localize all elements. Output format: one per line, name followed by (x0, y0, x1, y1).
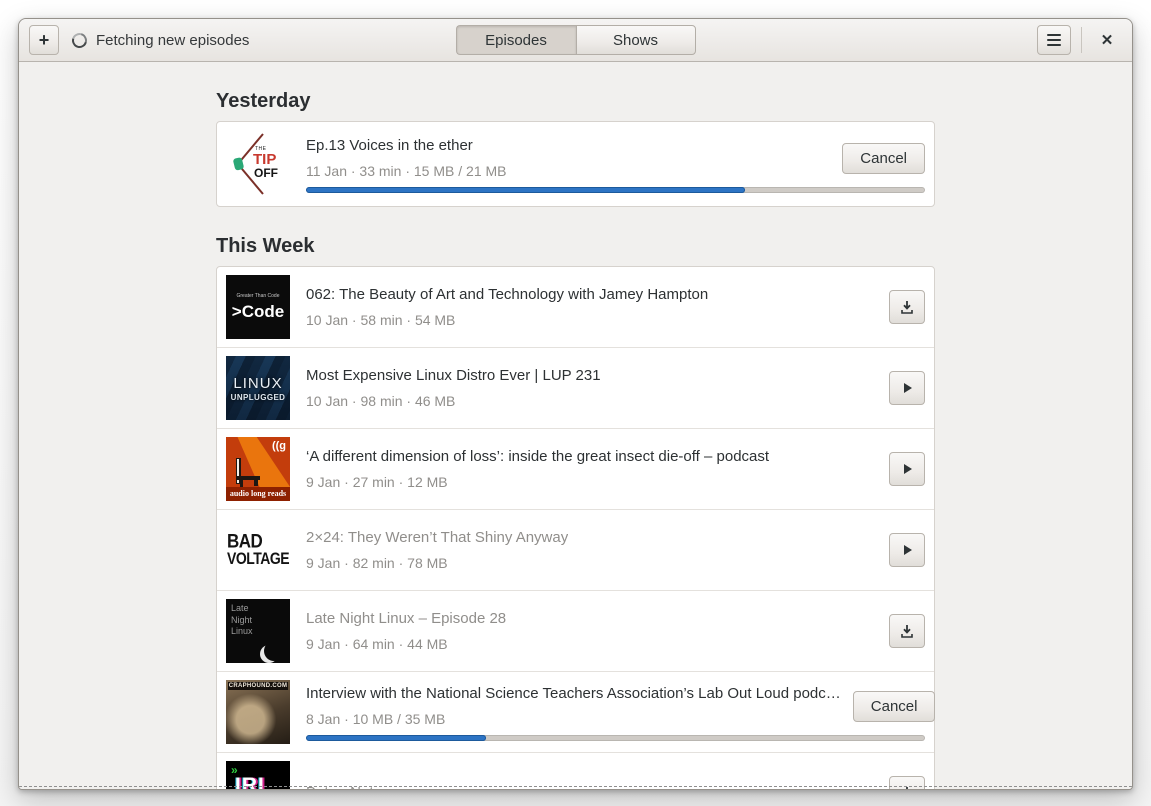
lnl-logo-line1: Late (231, 603, 249, 613)
chair-icon (236, 458, 260, 488)
play-episode-button[interactable] (889, 452, 925, 486)
download-episode-button[interactable] (889, 290, 925, 324)
lup-logo-line2: UNPLUGGED (230, 392, 286, 402)
lup-logo-line1: LINUX (233, 374, 283, 392)
episode-row-craphound: CRAPHOUND.COM Interview with the Nationa… (217, 671, 936, 752)
episode-title: 2×24: They Weren’t That Shiny Anyway (306, 529, 569, 546)
episode-meta: 11 Jan · 33 min · 15 MB / 21 MB (306, 163, 507, 179)
play-episode-button[interactable] (889, 533, 925, 567)
download-episode-button[interactable] (889, 614, 925, 648)
tab-episodes[interactable]: Episodes (455, 25, 576, 55)
headerbar-right: ✕ (1037, 25, 1122, 55)
episode-row-badvoltage: BAD VOLTAGE 2×24: They Weren’t That Shin… (217, 509, 934, 590)
episode-title: Most Expensive Linux Distro Ever | LUP 2… (306, 367, 601, 384)
add-podcast-button[interactable]: + (29, 25, 59, 55)
play-episode-button[interactable] (889, 371, 925, 405)
cancel-download-button[interactable]: Cancel (842, 142, 925, 174)
hamburger-icon (1047, 34, 1061, 46)
headerbar: + Fetching new episodes Episodes Shows ✕ (19, 19, 1132, 62)
episode-row-code: Greater Than Code >Code 062: The Beauty … (217, 267, 934, 347)
episode-title: ‘A different dimension of loss’: inside … (306, 448, 770, 465)
episode-row-tipoff: THE TIP OFF Ep.13 Voices in the ether 11… (217, 122, 934, 206)
craphound-band-label: CRAPHOUND.COM (228, 682, 288, 690)
tab-shows-label: Shows (612, 31, 659, 49)
episodes-scroll-area[interactable]: Yesterday THE TIP OFF Ep.13 Voices in th… (19, 62, 1132, 789)
lnl-logo-line3: Linux (231, 626, 253, 637)
this-week-card: Greater Than Code >Code 062: The Beauty … (216, 266, 936, 789)
podcast-cover-the-tip-off: THE TIP OFF (226, 132, 290, 196)
podcast-cover-audio-long-reads: ((g audio long reads (226, 437, 290, 501)
download-progressbar (306, 735, 925, 741)
cancel-button-label: Cancel (870, 697, 918, 715)
guardian-band-label: audio long reads (226, 487, 290, 501)
cancel-download-button[interactable]: Cancel (852, 690, 936, 722)
code-logo-top: Greater Than Code (236, 292, 280, 299)
view-switcher: Episodes Shows (455, 25, 696, 55)
episode-meta: 10 Jan · 98 min · 46 MB (306, 393, 456, 409)
episode-row-irl: » IRL Bot or Not (217, 752, 934, 789)
podcast-cover-linux-unplugged: LINUX UNPLUGGED (226, 356, 290, 420)
podcast-cover-craphound: CRAPHOUND.COM (226, 680, 290, 744)
close-window-button[interactable]: ✕ (1092, 25, 1122, 55)
episode-title: Ep.13 Voices in the ether (306, 137, 473, 154)
crescent-moon-icon (264, 641, 284, 661)
episode-row-lup: LINUX UNPLUGGED Most Expensive Linux Dis… (217, 347, 934, 428)
episode-meta: 9 Jan · 82 min · 78 MB (306, 555, 448, 571)
guardian-roundel-icon: ((g (271, 440, 286, 452)
yesterday-card: THE TIP OFF Ep.13 Voices in the ether 11… (216, 121, 935, 207)
loading-spinner-icon (69, 29, 90, 51)
section-heading-this-week: This Week (216, 235, 315, 257)
episode-title: Interview with the National Science Teac… (306, 685, 841, 702)
podcast-cover-late-night-linux: Late Night Linux (226, 599, 290, 663)
tab-shows[interactable]: Shows (575, 25, 696, 55)
cancel-button-label: Cancel (860, 149, 907, 167)
download-episode-button[interactable] (889, 776, 925, 789)
play-icon (904, 545, 912, 555)
episode-meta: 9 Jan · 27 min · 12 MB (306, 474, 448, 490)
plus-icon: + (38, 29, 50, 50)
play-icon (904, 464, 912, 474)
lnl-logo-line2: Night (231, 614, 253, 625)
tipoff-logo-tip: TIP (253, 151, 277, 168)
tipoff-logo-off: OFF (254, 166, 278, 180)
episodes-page: Yesterday THE TIP OFF Ep.13 Voices in th… (216, 90, 936, 789)
play-icon (904, 383, 912, 393)
podcast-cover-greater-than-code: Greater Than Code >Code (226, 275, 290, 339)
menu-button[interactable] (1037, 25, 1071, 55)
download-progress-fill (306, 735, 486, 741)
episode-meta: 9 Jan · 64 min · 44 MB (306, 636, 448, 652)
download-progressbar (306, 187, 925, 193)
episode-meta: 10 Jan · 58 min · 54 MB (306, 312, 456, 328)
code-logo-main: >Code (231, 301, 285, 321)
scroll-undershoot-indicator (19, 786, 1132, 787)
episode-row-latenightlinux: Late Night Linux Late Night Linux – Epis… (217, 590, 934, 671)
download-progress-fill (306, 187, 746, 193)
badvoltage-logo-line2: VOLTAGE (227, 548, 290, 568)
download-icon (901, 301, 913, 314)
podcast-cover-bad-voltage: BAD VOLTAGE (226, 518, 290, 582)
episode-title: 062: The Beauty of Art and Technology wi… (306, 286, 709, 303)
tab-episodes-label: Episodes (485, 31, 547, 49)
headerbar-separator (1081, 27, 1082, 53)
status-text: Fetching new episodes (96, 31, 250, 49)
section-heading-yesterday: Yesterday (216, 90, 311, 112)
episode-meta: 8 Jan · 10 MB / 35 MB (306, 711, 446, 727)
download-icon (901, 625, 913, 638)
podcast-cover-irl: » IRL (226, 761, 290, 789)
close-icon: ✕ (1100, 32, 1114, 49)
episode-title: Late Night Linux – Episode 28 (306, 610, 507, 627)
episode-row-guardian: ((g audio long reads ‘A different dimens… (217, 428, 934, 509)
app-window: + Fetching new episodes Episodes Shows ✕ (18, 18, 1133, 790)
